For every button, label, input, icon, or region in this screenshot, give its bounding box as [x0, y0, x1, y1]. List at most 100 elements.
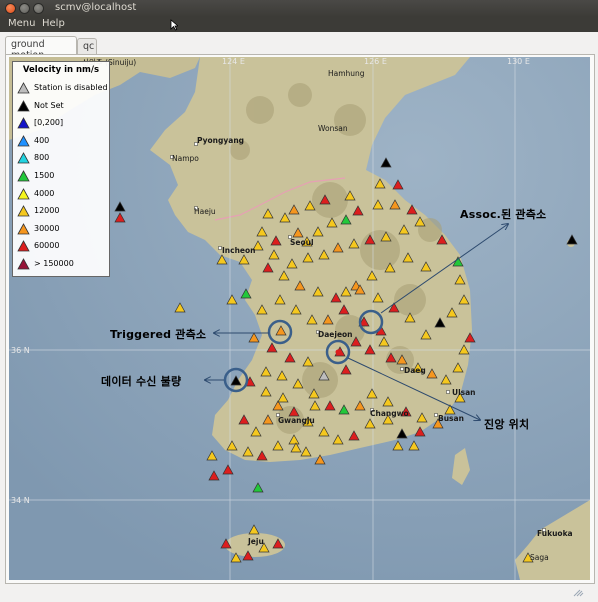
- station-marker[interactable]: [382, 396, 394, 407]
- station-marker[interactable]: [324, 400, 336, 411]
- station-marker[interactable]: [292, 378, 304, 389]
- station-marker[interactable]: [404, 312, 416, 323]
- station-marker[interactable]: [402, 252, 414, 263]
- station-marker[interactable]: [312, 226, 324, 237]
- station-marker[interactable]: [354, 400, 366, 411]
- station-marker[interactable]: [174, 302, 186, 313]
- station-marker[interactable]: [226, 440, 238, 451]
- station-marker[interactable]: [272, 440, 284, 451]
- station-marker[interactable]: [348, 430, 360, 441]
- station-marker[interactable]: [374, 178, 386, 189]
- station-marker[interactable]: [436, 234, 448, 245]
- station-marker[interactable]: [446, 307, 458, 318]
- station-marker[interactable]: [256, 226, 268, 237]
- station-marker[interactable]: [380, 157, 392, 168]
- station-marker[interactable]: [414, 426, 426, 437]
- station-marker[interactable]: [372, 199, 384, 210]
- station-marker[interactable]: [388, 302, 400, 313]
- station-marker[interactable]: [238, 414, 250, 425]
- station-marker[interactable]: [275, 325, 287, 336]
- station-marker[interactable]: [216, 254, 228, 265]
- station-marker[interactable]: [292, 227, 304, 238]
- station-marker[interactable]: [416, 412, 428, 423]
- station-marker[interactable]: [222, 464, 234, 475]
- station-marker[interactable]: [340, 364, 352, 375]
- tab-ground-motion[interactable]: ground motion: [5, 36, 77, 61]
- station-marker[interactable]: [272, 538, 284, 549]
- station-marker[interactable]: [277, 392, 289, 403]
- station-marker[interactable]: [348, 238, 360, 249]
- station-marker[interactable]: [392, 440, 404, 451]
- station-marker[interactable]: [364, 418, 376, 429]
- station-marker[interactable]: [256, 450, 268, 461]
- station-marker[interactable]: [309, 400, 321, 411]
- station-marker[interactable]: [426, 368, 438, 379]
- station-marker[interactable]: [290, 304, 302, 315]
- station-marker[interactable]: [304, 200, 316, 211]
- station-marker[interactable]: [332, 434, 344, 445]
- station-marker[interactable]: [319, 194, 331, 205]
- station-marker[interactable]: [392, 179, 404, 190]
- menu-item-menu[interactable]: Menu: [8, 18, 35, 29]
- station-marker[interactable]: [366, 270, 378, 281]
- station-marker[interactable]: [454, 274, 466, 285]
- station-marker[interactable]: [250, 426, 262, 437]
- station-marker[interactable]: [380, 231, 392, 242]
- station-marker[interactable]: [230, 375, 242, 386]
- station-marker[interactable]: [274, 294, 286, 305]
- station-marker[interactable]: [206, 450, 218, 461]
- station-marker[interactable]: [312, 286, 324, 297]
- station-marker[interactable]: [330, 292, 342, 303]
- tab-qc[interactable]: qc: [77, 38, 97, 54]
- station-marker[interactable]: [338, 304, 350, 315]
- station-marker[interactable]: [406, 204, 418, 215]
- station-marker[interactable]: [262, 414, 274, 425]
- station-marker[interactable]: [338, 404, 350, 415]
- station-marker[interactable]: [364, 344, 376, 355]
- station-marker[interactable]: [238, 254, 250, 265]
- station-marker[interactable]: [308, 388, 320, 399]
- station-marker[interactable]: [420, 261, 432, 272]
- station-marker[interactable]: [256, 304, 268, 315]
- station-marker[interactable]: [262, 208, 274, 219]
- minimize-button[interactable]: [19, 3, 30, 14]
- station-marker[interactable]: [288, 406, 300, 417]
- station-marker[interactable]: [420, 329, 432, 340]
- station-marker[interactable]: [384, 262, 396, 273]
- station-marker[interactable]: [242, 446, 254, 457]
- station-marker[interactable]: [364, 234, 376, 245]
- station-marker[interactable]: [396, 428, 408, 439]
- station-marker[interactable]: [114, 201, 126, 212]
- station-marker[interactable]: [220, 538, 232, 549]
- station-marker[interactable]: [566, 234, 578, 245]
- station-marker[interactable]: [248, 332, 260, 343]
- station-marker[interactable]: [244, 376, 256, 387]
- station-marker[interactable]: [378, 336, 390, 347]
- station-marker[interactable]: [452, 362, 464, 373]
- station-marker[interactable]: [444, 404, 456, 415]
- station-marker[interactable]: [408, 440, 420, 451]
- station-marker[interactable]: [266, 342, 278, 353]
- station-marker[interactable]: [340, 286, 352, 297]
- station-marker[interactable]: [268, 249, 280, 260]
- station-marker[interactable]: [440, 374, 452, 385]
- resize-grip-icon[interactable]: [572, 588, 584, 598]
- station-marker[interactable]: [294, 280, 306, 291]
- station-marker[interactable]: [208, 470, 220, 481]
- station-marker[interactable]: [300, 446, 312, 457]
- station-marker[interactable]: [242, 550, 254, 561]
- station-marker[interactable]: [260, 366, 272, 377]
- station-marker[interactable]: [288, 434, 300, 445]
- station-marker[interactable]: [340, 214, 352, 225]
- station-marker[interactable]: [276, 370, 288, 381]
- station-marker[interactable]: [318, 249, 330, 260]
- station-marker[interactable]: [262, 262, 274, 273]
- station-marker[interactable]: [414, 216, 426, 227]
- station-marker[interactable]: [464, 332, 476, 343]
- station-marker[interactable]: [240, 288, 252, 299]
- station-marker[interactable]: [326, 217, 338, 228]
- station-marker[interactable]: [248, 524, 260, 535]
- station-marker[interactable]: [372, 292, 384, 303]
- station-marker[interactable]: [434, 317, 446, 328]
- station-marker[interactable]: [385, 352, 397, 363]
